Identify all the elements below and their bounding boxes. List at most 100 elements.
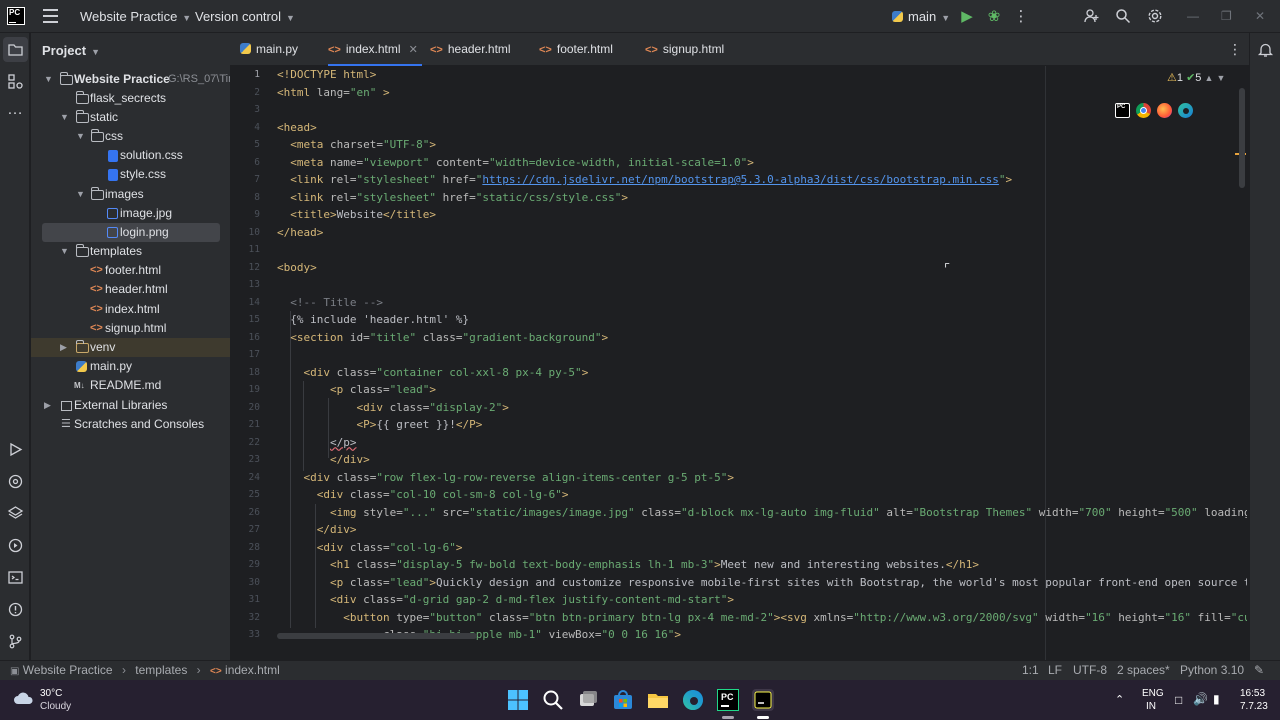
tab-footer-html[interactable]: <> footer.html — [539, 33, 613, 66]
breadcrumb-folder[interactable]: templates — [135, 663, 187, 677]
code-line[interactable]: {% include 'header.html' %} — [277, 311, 469, 329]
app-taskbar-icon[interactable] — [752, 689, 774, 711]
code-line[interactable]: <body> — [277, 259, 317, 277]
close-icon[interactable]: ✕ — [1255, 9, 1265, 23]
clock-date[interactable]: 7.7.23 — [1240, 701, 1268, 712]
settings-gear-icon[interactable] — [1146, 8, 1164, 26]
indent-setting[interactable]: 2 spaces* — [1117, 661, 1170, 680]
project-panel-title[interactable]: Project ▼ — [42, 43, 100, 58]
structure-icon[interactable] — [7, 73, 24, 90]
line-separator[interactable]: LF — [1048, 661, 1062, 680]
tree-item-header-html[interactable]: <> header.html — [31, 280, 230, 299]
run-config-selector[interactable]: main ▼ — [892, 9, 950, 24]
horizontal-scrollbar[interactable] — [277, 633, 477, 639]
project-folder-icon[interactable] — [7, 41, 24, 58]
task-view-icon[interactable] — [577, 689, 599, 711]
tabs-more-icon[interactable]: ⋮ — [1228, 33, 1242, 66]
pycharm-taskbar-icon[interactable]: PC — [717, 689, 739, 711]
python-interpreter[interactable]: Python 3.10 — [1180, 661, 1244, 680]
tree-item-scratches[interactable]: ☰ Scratches and Consoles — [31, 415, 230, 434]
inspection-widget[interactable]: ⚠1 ✔5 ▲ ▼ — [1167, 71, 1225, 84]
edge-icon[interactable] — [1178, 103, 1193, 118]
tree-root[interactable]: ▼ Website Practice G:\RS_07\Tim — [31, 70, 237, 89]
project-selector[interactable]: Website Practice ▼ — [80, 9, 191, 24]
tree-item-login-png[interactable]: login.png — [42, 223, 220, 242]
code-line[interactable]: <P>{{ greet }}!</P> — [277, 416, 482, 434]
code-line[interactable]: <html lang="en" > — [277, 84, 390, 102]
battery-icon[interactable]: ▮ — [1213, 692, 1220, 706]
code-line[interactable]: <button type="button" class="btn btn-pri… — [277, 609, 1247, 627]
tree-item-footer-html[interactable]: <> footer.html — [31, 261, 230, 280]
chrome-icon[interactable] — [1136, 103, 1151, 118]
code-line[interactable]: <div class="container col-xxl-8 px-4 py-… — [277, 364, 589, 382]
tree-item-external-libraries[interactable]: ▶ External Libraries — [31, 396, 230, 415]
tree-item-templates[interactable]: ▼ templates — [31, 242, 230, 261]
tree-item-venv[interactable]: ▶ venv — [31, 338, 230, 357]
code-line[interactable]: <div class="col-10 col-sm-8 col-lg-6"> — [277, 486, 569, 504]
show-hidden-icons-chevron-up-icon[interactable]: ⌃ — [1115, 693, 1124, 706]
tree-item-index-html[interactable]: <> index.html — [31, 300, 230, 319]
code-line[interactable]: </div> — [277, 521, 357, 539]
microsoft-store-icon[interactable] — [612, 689, 634, 711]
tree-item-main-py[interactable]: main.py — [31, 357, 230, 376]
tree-item-readme-md[interactable]: M↓ README.md — [31, 376, 230, 395]
windows-start-icon[interactable] — [507, 689, 529, 711]
caret-position[interactable]: 1:1 — [1022, 661, 1039, 680]
more-horizontal-icon[interactable]: … — [7, 102, 24, 122]
code-line[interactable]: <link rel="stylesheet" href= "https://cdn… — [277, 171, 1012, 189]
code-line[interactable]: <div class="d-grid gap-2 d-md-flex justi… — [277, 591, 734, 609]
edge-browser-icon[interactable] — [682, 689, 704, 711]
code-line[interactable]: <p class="lead"> — [277, 381, 436, 399]
services-icon[interactable] — [7, 537, 24, 554]
vcs-selector[interactable]: Version control ▼ — [195, 9, 295, 24]
code-line[interactable]: <p class="lead">Quickly design and custo… — [277, 574, 1247, 592]
tab-index-html[interactable]: <> index.html ✕ — [328, 33, 422, 66]
volume-icon[interactable]: 🔊 — [1193, 692, 1208, 706]
tree-item-solution-css[interactable]: solution.css — [31, 146, 230, 165]
breadcrumb-project[interactable]: Website Practice — [23, 663, 113, 677]
more-vertical-icon[interactable]: ⋮ — [1012, 8, 1030, 26]
code-line[interactable]: <div class="display-2"> — [277, 399, 508, 417]
chevron-up-icon[interactable]: ▲ — [1204, 73, 1213, 83]
code-line[interactable]: </div> — [277, 451, 370, 469]
code-line[interactable]: <!-- Title --> — [277, 294, 383, 312]
tree-item-signup-html[interactable]: <> signup.html — [31, 319, 230, 338]
code-line[interactable]: <link rel="stylesheet" href="static/css/… — [277, 189, 628, 207]
add-user-icon[interactable] — [1083, 8, 1101, 26]
code-area[interactable]: <!DOCTYPE html> <html lang="en" > <head> <… — [277, 66, 1247, 646]
tree-item-images[interactable]: ▼ images — [31, 185, 230, 204]
tab-header-html[interactable]: <> header.html — [430, 33, 511, 66]
firefox-icon[interactable] — [1157, 103, 1172, 118]
run-icon[interactable]: ▶ — [958, 8, 976, 26]
restore-icon[interactable]: ❐ — [1221, 9, 1232, 23]
code-line[interactable]: <div class="row flex-lg-row-reverse alig… — [277, 469, 735, 487]
code-line[interactable]: <title>Website</title> — [277, 206, 436, 224]
git-branch-icon[interactable] — [7, 633, 24, 650]
minimize-icon[interactable]: — — [1187, 9, 1199, 23]
tree-item-image-jpg[interactable]: image.jpg — [31, 204, 230, 223]
code-line[interactable]: <div class="col-lg-6"> — [277, 539, 463, 557]
main-menu-hamburger-icon[interactable] — [43, 9, 58, 23]
language-indicator[interactable]: ENG — [1142, 688, 1164, 699]
code-line[interactable]: </p> — [277, 434, 357, 452]
layers-icon[interactable] — [7, 505, 24, 522]
tree-item-flask-secrects[interactable]: flask_secrects — [31, 89, 230, 108]
clock-time[interactable]: 16:53 — [1240, 688, 1265, 699]
pycharm-browser-icon[interactable]: PC — [1115, 103, 1130, 118]
code-line[interactable]: <h1 class="display-5 fw-bold text-body-e… — [277, 556, 979, 574]
code-line[interactable]: </head> — [277, 224, 323, 242]
notifications-bell-icon[interactable] — [1257, 41, 1274, 58]
search-icon[interactable] — [1114, 8, 1132, 26]
code-line[interactable]: <img style="..." src="static/images/imag… — [277, 504, 1247, 522]
code-line[interactable]: <meta charset="UTF-8"> — [277, 136, 436, 154]
code-line[interactable]: <section id="title" class="gradient-back… — [277, 329, 608, 347]
lock-edit-icon[interactable]: ✎ — [1254, 661, 1264, 680]
breadcrumb-file[interactable]: index.html — [225, 663, 280, 677]
file-encoding[interactable]: UTF-8 — [1073, 661, 1107, 680]
weather-desc[interactable]: Cloudy — [40, 701, 71, 712]
network-icon[interactable]: □ — [1175, 693, 1182, 707]
code-line[interactable]: <!DOCTYPE html> — [277, 66, 376, 84]
tree-item-style-css[interactable]: style.css — [31, 165, 230, 184]
problems-icon[interactable] — [7, 601, 24, 618]
terminal-icon[interactable] — [7, 569, 24, 586]
